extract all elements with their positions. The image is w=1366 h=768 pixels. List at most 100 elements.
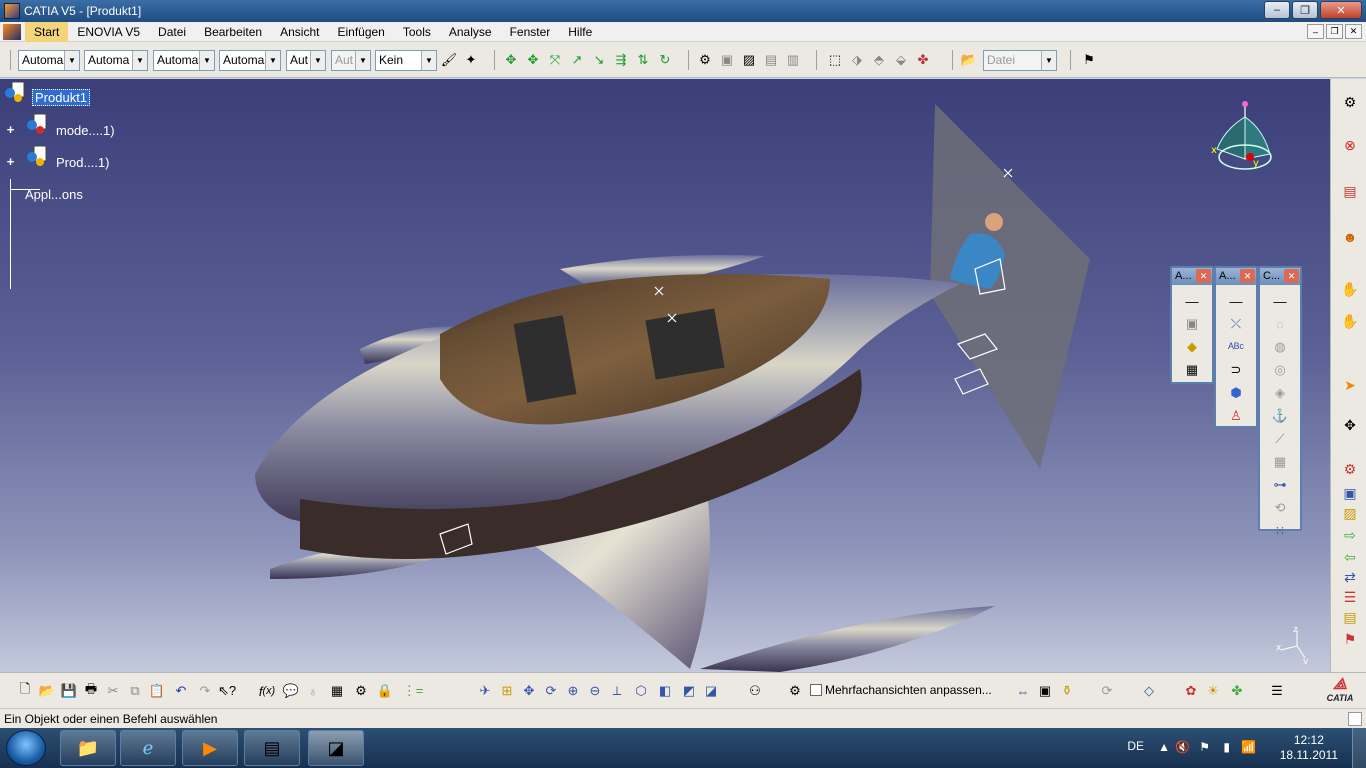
expand-icon[interactable]: + <box>5 123 16 136</box>
distribute-icon[interactable]: ⇔ <box>1014 682 1032 700</box>
fit-all-icon[interactable]: ⊞ <box>498 682 516 700</box>
doc-minimize-button[interactable]: – <box>1307 24 1324 39</box>
new-product-icon[interactable]: ⬗ <box>848 51 866 69</box>
cut-icon[interactable]: ✂ <box>104 682 122 700</box>
transparency-combo[interactable]: Automa ▼ <box>84 50 148 71</box>
palette-3[interactable]: C... ✕ — ◌ ◍ ◎ ◈ ⚓ ⟋ ▦ ⊶ ⟲ ⁙ <box>1258 266 1302 538</box>
tool-icon[interactable]: ⚙ <box>1340 459 1360 479</box>
contact-icon[interactable]: ▤ <box>762 51 780 69</box>
new-part-icon[interactable]: ⬘ <box>870 51 888 69</box>
multiview-checkbox[interactable] <box>810 684 822 696</box>
layer-combo[interactable]: Kein ▼ <box>375 50 437 71</box>
comment-icon[interactable]: 💬 <box>282 682 300 700</box>
doc-icon[interactable]: ▤ <box>1340 607 1360 627</box>
workbench-icon[interactable]: ⚙ <box>1340 92 1360 112</box>
save-icon[interactable]: 💾 <box>60 682 78 700</box>
maximize-button[interactable]: ❐ <box>1292 1 1318 19</box>
compass-icon[interactable]: x y <box>1205 99 1280 184</box>
stamp-icon[interactable]: ♙ <box>1226 406 1246 426</box>
material-icon[interactable]: ◆ <box>1182 337 1202 357</box>
normal-view-icon[interactable]: ⟂ <box>608 682 626 700</box>
posture-icon[interactable]: ✋ <box>1340 311 1360 331</box>
chevron-down-icon[interactable]: ▼ <box>1041 51 1056 70</box>
menu-hilfe[interactable]: Hilfe <box>559 22 601 42</box>
snap-icon[interactable]: ✥ <box>524 51 542 69</box>
undo-icon[interactable]: ↶ <box>172 682 190 700</box>
bookmark-icon[interactable]: ▣ <box>1340 483 1360 503</box>
zoom-out-icon[interactable]: ⊖ <box>586 682 604 700</box>
rotate-icon[interactable]: ⟲ <box>1270 498 1290 518</box>
update-icon[interactable]: ↻ <box>656 51 674 69</box>
line-color-combo[interactable]: Automa ▼ <box>153 50 215 71</box>
clash-icon[interactable]: ◌ <box>1270 314 1290 334</box>
painter-icon[interactable]: 🖌 <box>440 51 458 69</box>
smart-move-icon[interactable]: ⤧ <box>546 51 564 69</box>
file-combo[interactable]: Datei ▼ <box>983 50 1057 71</box>
chevron-down-icon[interactable]: ▼ <box>355 51 370 70</box>
export-icon[interactable]: ⇨ <box>1340 525 1360 545</box>
expand-icon[interactable]: + <box>5 155 16 168</box>
chevron-down-icon[interactable]: ▼ <box>199 51 214 70</box>
close-button[interactable]: ✕ <box>1320 1 1362 19</box>
fix-icon[interactable]: ▣ <box>718 51 736 69</box>
multiview-icon[interactable]: ⚙ <box>786 682 804 700</box>
chevron-down-icon[interactable]: ▼ <box>265 51 280 70</box>
product-icon[interactable] <box>4 81 26 103</box>
save-management-icon[interactable]: ▣ <box>1036 682 1054 700</box>
formula-icon[interactable]: f (x) <box>258 682 276 700</box>
shield-icon[interactable]: ⬢ <box>1226 383 1246 403</box>
menu-analyse[interactable]: Analyse <box>440 22 501 42</box>
network-icon[interactable]: 📶 <box>1241 740 1256 754</box>
scene-icon[interactable]: ✤ <box>1228 682 1246 700</box>
volume-muted-icon[interactable]: 🔇 <box>1175 740 1190 754</box>
flag-icon[interactable]: ⚑ <box>1340 629 1360 649</box>
chevron-down-icon[interactable]: ▼ <box>132 51 147 70</box>
box-icon[interactable]: ▣ <box>1182 314 1202 334</box>
offset-icon[interactable]: ⇅ <box>634 51 652 69</box>
sectioning-icon[interactable]: ◍ <box>1270 337 1290 357</box>
stop-icon[interactable]: ⊗ <box>1340 135 1360 155</box>
explode-icon[interactable]: ↗ <box>568 51 586 69</box>
menu-start[interactable]: Start <box>25 21 69 42</box>
distance-icon[interactable]: ◎ <box>1270 360 1290 380</box>
paste-icon[interactable]: 📋 <box>148 682 166 700</box>
pan-icon[interactable]: ✥ <box>520 682 538 700</box>
copy-icon[interactable]: ⧉ <box>126 682 144 700</box>
refresh-icon[interactable]: ⟳ <box>1098 682 1116 700</box>
menu-fenster[interactable]: Fenster <box>501 22 560 42</box>
transform-icon[interactable]: ✥ <box>1340 415 1360 435</box>
close-icon[interactable]: ✕ <box>1240 269 1255 283</box>
ie-task-icon[interactable]: ℯ <box>120 730 176 766</box>
menu-tools[interactable]: Tools <box>394 22 440 42</box>
palette-1[interactable]: A... ✕ — ▣ ◆ ▦ <box>1170 266 1214 384</box>
pcs-icon[interactable]: ▤ <box>1340 181 1360 201</box>
band-analysis-icon[interactable]: ◈ <box>1270 383 1290 403</box>
tree-item-product[interactable]: Prod....1) <box>56 155 109 170</box>
new-file-icon[interactable]: 🗋 <box>16 681 34 700</box>
doc-restore-button[interactable]: ❐ <box>1326 24 1343 39</box>
palette-title-bar[interactable]: A... ✕ <box>1172 268 1212 285</box>
menu-datei[interactable]: Datei <box>149 22 195 42</box>
replace-component-icon[interactable]: ✤ <box>914 51 932 69</box>
cursor-icon[interactable]: ➤ <box>1340 375 1360 395</box>
options-icon[interactable]: ⚑ <box>1080 51 1098 69</box>
explorer-task-icon[interactable]: 📁 <box>60 730 116 766</box>
language-indicator[interactable]: DE <box>1127 739 1144 753</box>
media-player-task-icon[interactable]: ▶ <box>182 730 238 766</box>
shading-icon[interactable]: ◧ <box>656 682 674 700</box>
palette-title-bar[interactable]: C... ✕ <box>1260 268 1300 285</box>
line-weight-combo[interactable]: Automa ▼ <box>219 50 281 71</box>
people-icon[interactable]: ☻ <box>1340 227 1360 247</box>
tools-list-icon[interactable]: ☰ <box>1268 682 1286 700</box>
offset-constraint-icon[interactable]: ▥ <box>784 51 802 69</box>
3d-viewport[interactable]: Produkt1 + mode....1) + Prod....1) Appl.… <box>0 79 1330 672</box>
show-desktop-button[interactable] <box>1352 728 1366 768</box>
catalog-icon[interactable]: ⚙ <box>696 51 714 69</box>
tree-item-model[interactable]: mode....1) <box>56 123 115 138</box>
chevron-down-icon[interactable]: ▼ <box>64 51 79 70</box>
line-type-combo[interactable]: Aut ▼ <box>286 50 326 71</box>
whats-this-icon[interactable]: ⇖? <box>218 682 236 700</box>
ruler-icon[interactable]: ⟋ <box>1270 429 1290 449</box>
palette-2[interactable]: A... ✕ — ⤫ ᴬᴮᶜ ⊃ ⬢ ♙ <box>1214 266 1258 428</box>
grid-icon[interactable]: ▦ <box>1270 452 1290 472</box>
